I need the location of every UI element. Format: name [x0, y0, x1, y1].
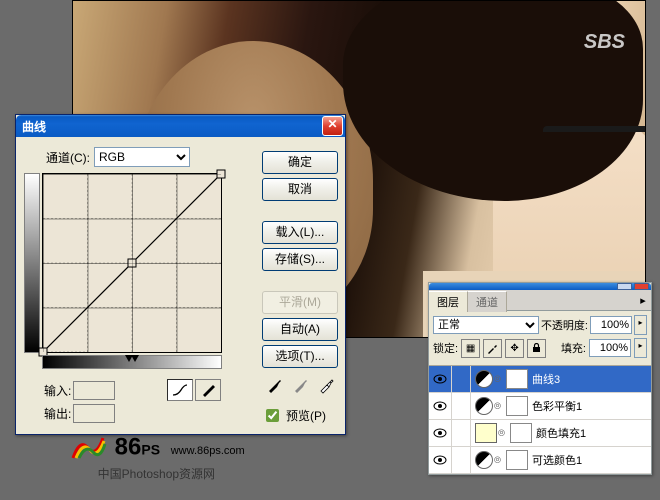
layer-thumb-icon	[475, 423, 497, 443]
visibility-toggle-icon[interactable]	[429, 366, 452, 392]
palette-titlebar[interactable]	[429, 283, 651, 290]
opacity-label: 不透明度:	[541, 317, 588, 333]
layer-thumb-icon	[475, 370, 493, 388]
load-button[interactable]: 载入(L)...	[262, 221, 338, 244]
mask-link-icon: ⦾	[493, 455, 502, 466]
fill-flyout-icon[interactable]: ▸	[634, 338, 647, 358]
lock-transparency-icon[interactable]: ▦	[461, 339, 480, 358]
preview-checkbox[interactable]	[266, 409, 279, 422]
layer-row[interactable]: ⦾ 曲线3	[429, 366, 651, 393]
visibility-toggle-icon[interactable]	[429, 393, 452, 419]
layer-row[interactable]: ⦾ 色彩平衡1	[429, 393, 651, 420]
curve-point-mid[interactable]	[128, 259, 137, 268]
eyedropper-black-icon[interactable]	[264, 376, 284, 396]
cancel-button[interactable]: 取消	[262, 178, 338, 201]
fill-label: 填充:	[561, 340, 586, 356]
visibility-toggle-icon[interactable]	[429, 447, 452, 473]
layer-thumb-icon	[475, 451, 493, 469]
mask-link-icon: ⦾	[493, 401, 502, 412]
mask-thumb-icon	[510, 423, 532, 443]
layer-name: 曲线3	[532, 371, 560, 387]
site-watermark: 86PS www.86ps.com 中国Photoshop资源网	[68, 433, 245, 482]
opacity-flyout-icon[interactable]: ▸	[634, 315, 647, 335]
layer-name: 可选颜色1	[532, 452, 582, 468]
mask-thumb-icon	[506, 396, 528, 416]
channel-select[interactable]: RGB	[94, 147, 190, 167]
palette-close-icon[interactable]	[634, 283, 649, 290]
layers-palette: 图层 通道 ▸ 正常 不透明度: 100% ▸ 锁定: ▦ ✥ 填充: 100%…	[428, 282, 652, 475]
curve-tool-pencil[interactable]	[195, 379, 221, 401]
palette-minimize-icon[interactable]	[617, 283, 632, 290]
options-button[interactable]: 选项(T)...	[262, 345, 338, 368]
palette-menu-icon[interactable]: ▸	[635, 294, 651, 307]
link-column[interactable]	[452, 393, 471, 419]
mask-link-icon: ⦾	[493, 374, 502, 385]
fill-value[interactable]: 100%	[589, 339, 631, 357]
layer-name: 色彩平衡1	[532, 398, 582, 414]
tab-layers[interactable]: 图层	[429, 291, 468, 312]
mask-thumb-icon	[506, 450, 528, 470]
lock-pixels-icon[interactable]	[483, 339, 502, 358]
close-button[interactable]: ✕	[322, 116, 343, 136]
output-gradient	[24, 173, 40, 353]
lock-all-icon[interactable]	[527, 339, 546, 358]
preview-checkbox-row[interactable]: 预览(P)	[262, 406, 338, 425]
smooth-button: 平滑(M)	[262, 291, 338, 314]
dialog-title: 曲线	[22, 118, 46, 135]
lock-label: 锁定:	[433, 340, 458, 356]
mask-link-icon: ⦾	[497, 428, 506, 439]
dialog-titlebar[interactable]: 曲线 ✕	[16, 115, 345, 137]
ok-button[interactable]: 确定	[262, 151, 338, 174]
eyedropper-white-icon[interactable]	[316, 376, 336, 396]
layers-list: ⦾ 曲线3 ⦾ 色彩平衡1 ⦾ 颜色填充1 ⦾ 可选颜色1	[429, 366, 651, 474]
gradient-midpoint-handle[interactable]	[126, 355, 138, 362]
curves-dialog: 曲线 ✕ 通道(C): RGB	[15, 114, 346, 435]
curve-point-highlight[interactable]	[217, 170, 226, 179]
link-column[interactable]	[452, 366, 471, 392]
input-label: 输入:	[44, 382, 71, 399]
layer-row[interactable]: ⦾ 可选颜色1	[429, 447, 651, 474]
layer-row[interactable]: ⦾ 颜色填充1	[429, 420, 651, 447]
mask-thumb-icon	[506, 369, 528, 389]
preview-label: 预览(P)	[286, 407, 326, 424]
input-value[interactable]	[73, 381, 115, 400]
input-gradient[interactable]	[42, 355, 222, 369]
curve-tool-point[interactable]	[167, 379, 193, 401]
output-value[interactable]	[73, 404, 115, 423]
layer-thumb-icon	[475, 397, 493, 415]
link-column[interactable]	[452, 447, 471, 473]
tab-channels[interactable]: 通道	[468, 291, 507, 312]
link-column[interactable]	[452, 420, 471, 446]
auto-button[interactable]: 自动(A)	[262, 318, 338, 341]
broadcast-logo: SBS	[584, 31, 625, 54]
save-button[interactable]: 存储(S)...	[262, 248, 338, 271]
eyedropper-gray-icon[interactable]	[290, 376, 310, 396]
lock-position-icon[interactable]: ✥	[505, 339, 524, 358]
curves-grid[interactable]	[42, 173, 222, 353]
channel-label: 通道(C):	[46, 149, 90, 166]
output-label: 输出:	[44, 405, 71, 422]
blend-mode-select[interactable]: 正常	[433, 316, 539, 334]
layer-name: 颜色填充1	[536, 425, 586, 441]
opacity-value[interactable]: 100%	[590, 316, 632, 334]
visibility-toggle-icon[interactable]	[429, 420, 452, 446]
